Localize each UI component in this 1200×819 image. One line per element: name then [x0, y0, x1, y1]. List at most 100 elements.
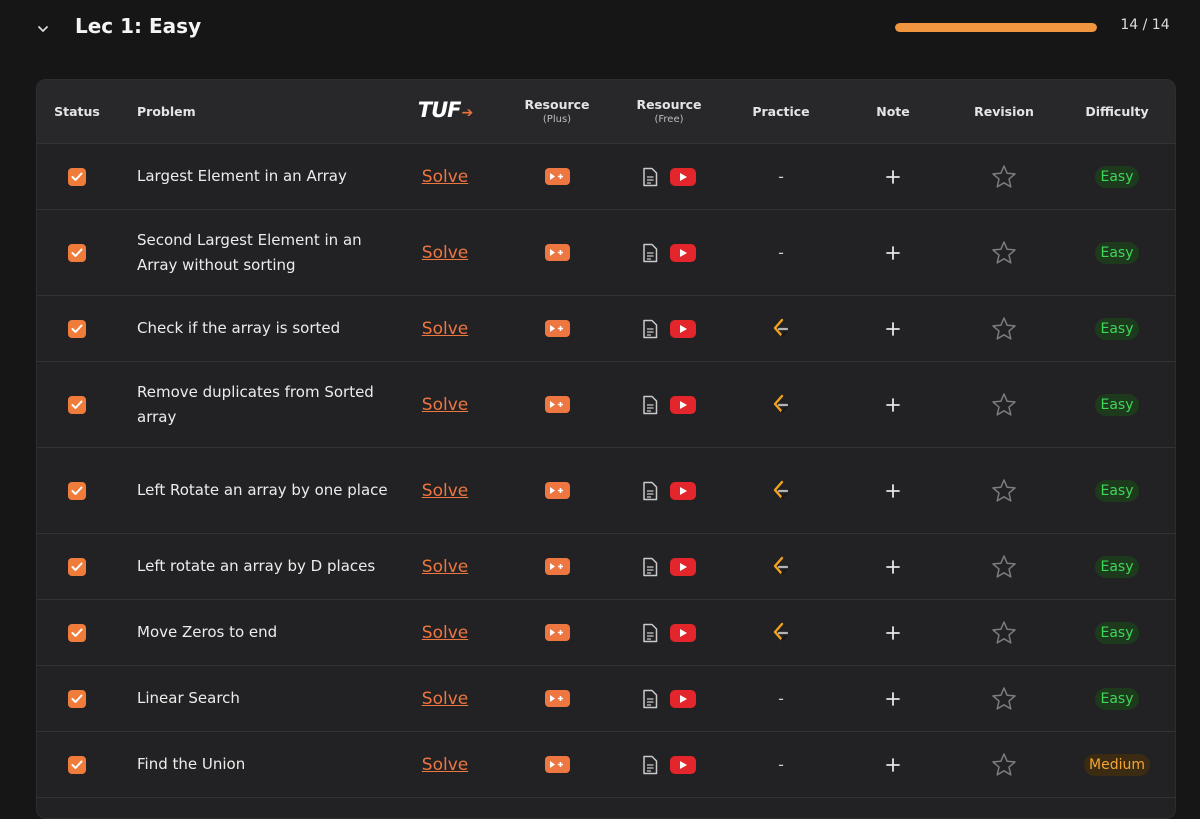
solve-link[interactable]: Solve	[422, 755, 468, 775]
status-checkbox[interactable]	[68, 243, 86, 262]
resource-free-cell	[619, 600, 719, 665]
chevron-down-icon[interactable]	[34, 20, 52, 38]
youtube-icon[interactable]	[670, 755, 696, 774]
status-checkbox[interactable]	[68, 395, 86, 414]
article-icon[interactable]	[642, 557, 658, 577]
article-icon[interactable]	[642, 755, 658, 775]
difficulty-badge: Easy	[1095, 479, 1139, 502]
solve-link[interactable]: Solve	[422, 481, 468, 501]
video-plus-icon[interactable]	[544, 244, 570, 261]
add-note-icon[interactable]	[886, 169, 900, 184]
video-plus-icon[interactable]	[544, 320, 570, 337]
video-plus-icon[interactable]	[544, 756, 570, 773]
youtube-icon[interactable]	[670, 689, 696, 708]
header-resource-free: Resource (Free)	[619, 80, 719, 143]
status-checkbox[interactable]	[68, 167, 86, 186]
header-resource-plus: Resource (Plus)	[495, 80, 619, 143]
solve-link[interactable]: Solve	[422, 243, 468, 263]
status-checkbox[interactable]	[68, 623, 86, 642]
video-plus-icon[interactable]	[544, 624, 570, 641]
leetcode-icon[interactable]	[770, 480, 792, 502]
star-icon[interactable]	[991, 392, 1017, 417]
problem-name: Left Rotate an array by one place	[137, 481, 388, 499]
tuf-cell: Solve	[395, 534, 495, 599]
difficulty-cell: Easy	[1065, 144, 1169, 209]
star-icon[interactable]	[991, 164, 1017, 189]
table-row: Check if the array is sorted Solve Easy	[37, 296, 1175, 362]
solve-link[interactable]: Solve	[422, 395, 468, 415]
status-checkbox[interactable]	[68, 689, 86, 708]
add-note-icon[interactable]	[886, 757, 900, 772]
youtube-icon[interactable]	[670, 167, 696, 186]
add-note-icon[interactable]	[886, 245, 900, 260]
status-checkbox[interactable]	[68, 755, 86, 774]
article-icon[interactable]	[642, 481, 658, 501]
leetcode-icon[interactable]	[770, 556, 792, 578]
problem-cell: Second Largest Element in an Array witho…	[117, 210, 395, 295]
youtube-icon[interactable]	[670, 623, 696, 642]
star-icon[interactable]	[991, 686, 1017, 711]
table-row: Linear Search Solve - Easy	[37, 666, 1175, 732]
status-checkbox[interactable]	[68, 557, 86, 576]
problem-name: Move Zeros to end	[137, 623, 278, 641]
solve-link[interactable]: Solve	[422, 319, 468, 339]
video-plus-icon[interactable]	[544, 558, 570, 575]
youtube-icon[interactable]	[670, 557, 696, 576]
practice-cell: -	[719, 732, 843, 797]
problem-cell: Linear Search	[117, 666, 395, 731]
article-icon[interactable]	[642, 689, 658, 709]
add-note-icon[interactable]	[886, 625, 900, 640]
resource-free-cell	[619, 296, 719, 361]
solve-link[interactable]: Solve	[422, 623, 468, 643]
progress-bar	[895, 23, 1097, 32]
practice-cell	[719, 600, 843, 665]
youtube-icon[interactable]	[670, 243, 696, 262]
practice-cell: -	[719, 666, 843, 731]
note-cell	[843, 210, 943, 295]
star-icon[interactable]	[991, 554, 1017, 579]
article-icon[interactable]	[642, 243, 658, 263]
youtube-icon[interactable]	[670, 481, 696, 500]
resource-plus-cell	[495, 362, 619, 447]
status-cell	[37, 448, 117, 533]
problem-name: Find the Union	[137, 755, 246, 773]
add-note-icon[interactable]	[886, 483, 900, 498]
header-status: Status	[54, 104, 100, 119]
problem-name: Left rotate an array by D places	[137, 557, 376, 575]
add-note-icon[interactable]	[886, 559, 900, 574]
article-icon[interactable]	[642, 395, 658, 415]
leetcode-icon[interactable]	[770, 394, 792, 416]
youtube-icon[interactable]	[670, 319, 696, 338]
difficulty-badge: Easy	[1095, 165, 1139, 188]
star-icon[interactable]	[991, 240, 1017, 265]
resource-plus-cell	[495, 732, 619, 797]
status-checkbox[interactable]	[68, 481, 86, 500]
difficulty-badge: Easy	[1095, 621, 1139, 644]
problem-name: Check if the array is sorted	[137, 319, 341, 337]
solve-link[interactable]: Solve	[422, 557, 468, 577]
video-plus-icon[interactable]	[544, 482, 570, 499]
star-icon[interactable]	[991, 620, 1017, 645]
leetcode-icon[interactable]	[770, 622, 792, 644]
video-plus-icon[interactable]	[544, 396, 570, 413]
video-plus-icon[interactable]	[544, 168, 570, 185]
article-icon[interactable]	[642, 623, 658, 643]
star-icon[interactable]	[991, 752, 1017, 777]
problem-name: Second Largest Element in an Array witho…	[137, 230, 362, 274]
resource-plus-cell	[495, 666, 619, 731]
difficulty-cell: Easy	[1065, 666, 1169, 731]
youtube-icon[interactable]	[670, 395, 696, 414]
solve-link[interactable]: Solve	[422, 689, 468, 709]
star-icon[interactable]	[991, 478, 1017, 503]
star-icon[interactable]	[991, 316, 1017, 341]
add-note-icon[interactable]	[886, 691, 900, 706]
tuf-cell: Solve	[395, 448, 495, 533]
video-plus-icon[interactable]	[544, 690, 570, 707]
add-note-icon[interactable]	[886, 397, 900, 412]
solve-link[interactable]: Solve	[422, 167, 468, 187]
article-icon[interactable]	[642, 167, 658, 187]
leetcode-icon[interactable]	[770, 318, 792, 340]
article-icon[interactable]	[642, 319, 658, 339]
add-note-icon[interactable]	[886, 321, 900, 336]
status-checkbox[interactable]	[68, 319, 86, 338]
